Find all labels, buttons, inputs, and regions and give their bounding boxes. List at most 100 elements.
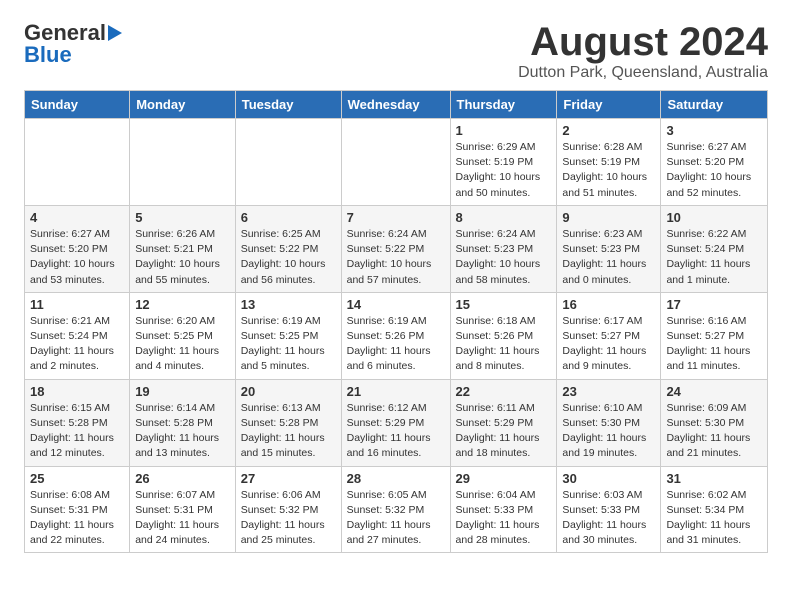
table-row: 30 Sunrise: 6:03 AMSunset: 5:33 PMDaylig…: [557, 466, 661, 553]
day-number: 28: [347, 471, 445, 486]
logo-blue: Blue: [24, 42, 72, 68]
table-row: 14 Sunrise: 6:19 AMSunset: 5:26 PMDaylig…: [341, 292, 450, 379]
header-wednesday: Wednesday: [341, 91, 450, 119]
day-number: 3: [666, 123, 762, 138]
day-info: Sunrise: 6:28 AMSunset: 5:19 PMDaylight:…: [562, 141, 647, 199]
day-number: 22: [456, 384, 552, 399]
day-info: Sunrise: 6:03 AMSunset: 5:33 PMDaylight:…: [562, 489, 646, 547]
day-info: Sunrise: 6:11 AMSunset: 5:29 PMDaylight:…: [456, 402, 540, 460]
header-monday: Monday: [130, 91, 236, 119]
day-info: Sunrise: 6:18 AMSunset: 5:26 PMDaylight:…: [456, 315, 540, 373]
table-row: 15 Sunrise: 6:18 AMSunset: 5:26 PMDaylig…: [450, 292, 557, 379]
day-info: Sunrise: 6:27 AMSunset: 5:20 PMDaylight:…: [666, 141, 751, 199]
header-thursday: Thursday: [450, 91, 557, 119]
header-friday: Friday: [557, 91, 661, 119]
day-number: 21: [347, 384, 445, 399]
table-row: 17 Sunrise: 6:16 AMSunset: 5:27 PMDaylig…: [661, 292, 768, 379]
day-info: Sunrise: 6:15 AMSunset: 5:28 PMDaylight:…: [30, 402, 114, 460]
day-info: Sunrise: 6:19 AMSunset: 5:26 PMDaylight:…: [347, 315, 431, 373]
title-section: August 2024 Dutton Park, Queensland, Aus…: [518, 20, 768, 82]
table-row: 4 Sunrise: 6:27 AMSunset: 5:20 PMDayligh…: [25, 205, 130, 292]
month-title: August 2024: [518, 20, 768, 64]
day-number: 29: [456, 471, 552, 486]
day-info: Sunrise: 6:26 AMSunset: 5:21 PMDaylight:…: [135, 228, 220, 286]
calendar-week-row: 25 Sunrise: 6:08 AMSunset: 5:31 PMDaylig…: [25, 466, 768, 553]
day-number: 1: [456, 123, 552, 138]
table-row: 11 Sunrise: 6:21 AMSunset: 5:24 PMDaylig…: [25, 292, 130, 379]
table-row: 5 Sunrise: 6:26 AMSunset: 5:21 PMDayligh…: [130, 205, 236, 292]
day-info: Sunrise: 6:25 AMSunset: 5:22 PMDaylight:…: [241, 228, 326, 286]
day-info: Sunrise: 6:05 AMSunset: 5:32 PMDaylight:…: [347, 489, 431, 547]
day-info: Sunrise: 6:09 AMSunset: 5:30 PMDaylight:…: [666, 402, 750, 460]
calendar-week-row: 4 Sunrise: 6:27 AMSunset: 5:20 PMDayligh…: [25, 205, 768, 292]
table-row: 28 Sunrise: 6:05 AMSunset: 5:32 PMDaylig…: [341, 466, 450, 553]
table-row: 16 Sunrise: 6:17 AMSunset: 5:27 PMDaylig…: [557, 292, 661, 379]
calendar-week-row: 18 Sunrise: 6:15 AMSunset: 5:28 PMDaylig…: [25, 379, 768, 466]
day-info: Sunrise: 6:23 AMSunset: 5:23 PMDaylight:…: [562, 228, 646, 286]
day-number: 25: [30, 471, 124, 486]
day-info: Sunrise: 6:17 AMSunset: 5:27 PMDaylight:…: [562, 315, 646, 373]
day-info: Sunrise: 6:21 AMSunset: 5:24 PMDaylight:…: [30, 315, 114, 373]
page-header: General Blue August 2024 Dutton Park, Qu…: [24, 20, 768, 82]
day-number: 23: [562, 384, 655, 399]
table-row: 22 Sunrise: 6:11 AMSunset: 5:29 PMDaylig…: [450, 379, 557, 466]
day-info: Sunrise: 6:16 AMSunset: 5:27 PMDaylight:…: [666, 315, 750, 373]
day-info: Sunrise: 6:24 AMSunset: 5:22 PMDaylight:…: [347, 228, 432, 286]
day-number: 8: [456, 210, 552, 225]
location-subtitle: Dutton Park, Queensland, Australia: [518, 64, 768, 82]
header-saturday: Saturday: [661, 91, 768, 119]
table-row: 29 Sunrise: 6:04 AMSunset: 5:33 PMDaylig…: [450, 466, 557, 553]
table-row: 12 Sunrise: 6:20 AMSunset: 5:25 PMDaylig…: [130, 292, 236, 379]
day-info: Sunrise: 6:12 AMSunset: 5:29 PMDaylight:…: [347, 402, 431, 460]
calendar-week-row: 11 Sunrise: 6:21 AMSunset: 5:24 PMDaylig…: [25, 292, 768, 379]
table-row: 18 Sunrise: 6:15 AMSunset: 5:28 PMDaylig…: [25, 379, 130, 466]
table-row: 8 Sunrise: 6:24 AMSunset: 5:23 PMDayligh…: [450, 205, 557, 292]
day-number: 11: [30, 297, 124, 312]
day-number: 16: [562, 297, 655, 312]
day-number: 9: [562, 210, 655, 225]
day-info: Sunrise: 6:24 AMSunset: 5:23 PMDaylight:…: [456, 228, 541, 286]
day-number: 5: [135, 210, 230, 225]
day-info: Sunrise: 6:19 AMSunset: 5:25 PMDaylight:…: [241, 315, 325, 373]
calendar-header-row: Sunday Monday Tuesday Wednesday Thursday…: [25, 91, 768, 119]
day-number: 4: [30, 210, 124, 225]
day-info: Sunrise: 6:14 AMSunset: 5:28 PMDaylight:…: [135, 402, 219, 460]
logo: General Blue: [24, 20, 122, 68]
day-info: Sunrise: 6:08 AMSunset: 5:31 PMDaylight:…: [30, 489, 114, 547]
header-tuesday: Tuesday: [235, 91, 341, 119]
table-row: 10 Sunrise: 6:22 AMSunset: 5:24 PMDaylig…: [661, 205, 768, 292]
day-info: Sunrise: 6:07 AMSunset: 5:31 PMDaylight:…: [135, 489, 219, 547]
day-number: 31: [666, 471, 762, 486]
day-number: 7: [347, 210, 445, 225]
day-number: 2: [562, 123, 655, 138]
day-info: Sunrise: 6:02 AMSunset: 5:34 PMDaylight:…: [666, 489, 750, 547]
table-row: 13 Sunrise: 6:19 AMSunset: 5:25 PMDaylig…: [235, 292, 341, 379]
table-row: 9 Sunrise: 6:23 AMSunset: 5:23 PMDayligh…: [557, 205, 661, 292]
calendar-table: Sunday Monday Tuesday Wednesday Thursday…: [24, 90, 768, 553]
day-info: Sunrise: 6:22 AMSunset: 5:24 PMDaylight:…: [666, 228, 750, 286]
day-number: 19: [135, 384, 230, 399]
table-row: [235, 119, 341, 206]
day-number: 14: [347, 297, 445, 312]
day-info: Sunrise: 6:20 AMSunset: 5:25 PMDaylight:…: [135, 315, 219, 373]
table-row: 24 Sunrise: 6:09 AMSunset: 5:30 PMDaylig…: [661, 379, 768, 466]
day-info: Sunrise: 6:27 AMSunset: 5:20 PMDaylight:…: [30, 228, 115, 286]
table-row: 21 Sunrise: 6:12 AMSunset: 5:29 PMDaylig…: [341, 379, 450, 466]
table-row: 2 Sunrise: 6:28 AMSunset: 5:19 PMDayligh…: [557, 119, 661, 206]
table-row: 6 Sunrise: 6:25 AMSunset: 5:22 PMDayligh…: [235, 205, 341, 292]
day-number: 13: [241, 297, 336, 312]
table-row: [341, 119, 450, 206]
day-number: 6: [241, 210, 336, 225]
table-row: 19 Sunrise: 6:14 AMSunset: 5:28 PMDaylig…: [130, 379, 236, 466]
day-number: 12: [135, 297, 230, 312]
header-sunday: Sunday: [25, 91, 130, 119]
table-row: 1 Sunrise: 6:29 AMSunset: 5:19 PMDayligh…: [450, 119, 557, 206]
day-info: Sunrise: 6:04 AMSunset: 5:33 PMDaylight:…: [456, 489, 540, 547]
table-row: 26 Sunrise: 6:07 AMSunset: 5:31 PMDaylig…: [130, 466, 236, 553]
day-number: 18: [30, 384, 124, 399]
table-row: 27 Sunrise: 6:06 AMSunset: 5:32 PMDaylig…: [235, 466, 341, 553]
table-row: 23 Sunrise: 6:10 AMSunset: 5:30 PMDaylig…: [557, 379, 661, 466]
table-row: 7 Sunrise: 6:24 AMSunset: 5:22 PMDayligh…: [341, 205, 450, 292]
day-info: Sunrise: 6:10 AMSunset: 5:30 PMDaylight:…: [562, 402, 646, 460]
day-number: 20: [241, 384, 336, 399]
